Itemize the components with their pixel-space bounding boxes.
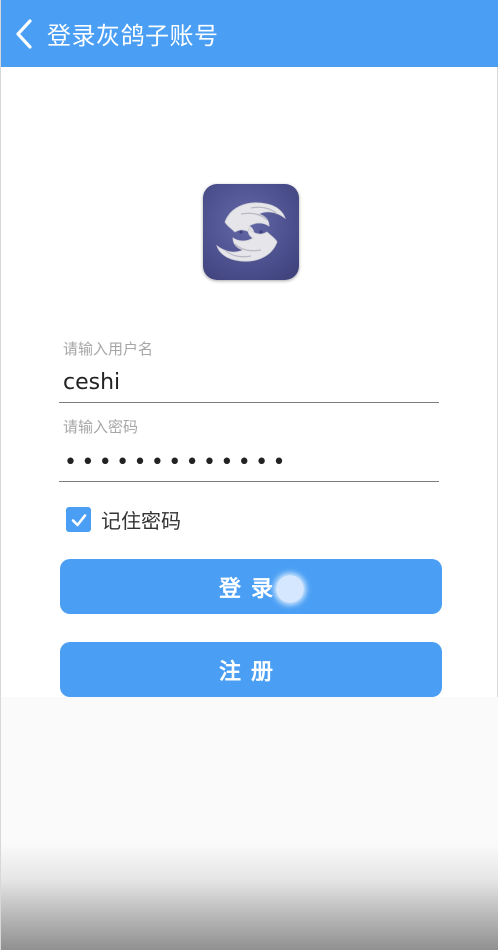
app-logo xyxy=(203,184,299,280)
checkbox-box[interactable] xyxy=(66,507,91,532)
register-button[interactable]: 注册 xyxy=(60,642,442,697)
remember-password-label: 记住密码 xyxy=(101,509,181,533)
username-input[interactable]: ceshi xyxy=(63,370,120,395)
title-bar: 登录灰鸽子账号 xyxy=(1,0,498,67)
password-underline xyxy=(59,481,439,482)
touch-indicator xyxy=(276,575,304,603)
password-label: 请输入密码 xyxy=(63,418,139,436)
remember-password-checkbox[interactable]: 记住密码 xyxy=(66,505,181,534)
app-screen: 登录灰鸽子账号 请输入用户名 ceshi 请输入密码 ••••••••••••• xyxy=(0,0,498,950)
page-title: 登录灰鸽子账号 xyxy=(47,22,219,50)
bottom-background xyxy=(1,697,498,950)
chevron-left-icon xyxy=(16,18,32,49)
username-underline xyxy=(59,402,439,403)
check-icon xyxy=(71,513,86,526)
username-label: 请输入用户名 xyxy=(63,340,154,358)
bird-logo-icon xyxy=(216,202,286,262)
login-button[interactable]: 登录 xyxy=(60,559,442,614)
password-input[interactable]: ••••••••••••• xyxy=(64,450,290,475)
back-button[interactable] xyxy=(5,0,43,67)
